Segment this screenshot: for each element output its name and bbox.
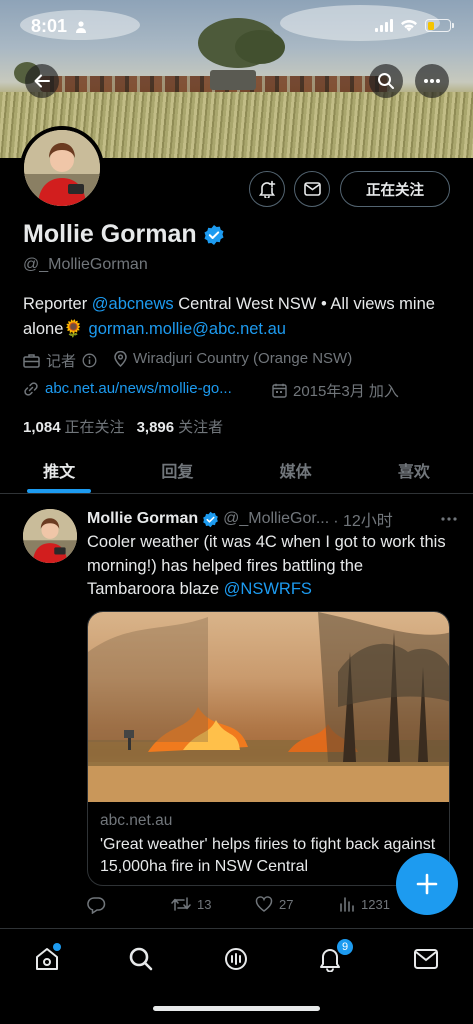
location-label: Wiradjuri Country (Orange NSW): [133, 350, 353, 367]
profile-avatar[interactable]: [20, 126, 104, 210]
more-dots-icon[interactable]: [441, 517, 457, 521]
tweet-mention-link[interactable]: @NSWRFS: [224, 580, 312, 598]
status-time: 8:01: [31, 16, 68, 36]
message-button[interactable]: [294, 171, 330, 207]
tab-media[interactable]: 媒体: [237, 446, 355, 493]
profile-location: Wiradjuri Country (Orange NSW): [114, 350, 352, 367]
verified-badge-icon: [203, 511, 218, 527]
heart-icon: [255, 896, 273, 912]
like-count: 27: [279, 896, 294, 912]
briefcase-icon: [23, 354, 40, 368]
location-pin-icon: [114, 350, 127, 367]
tweet-time: · 12小时: [333, 513, 393, 530]
nav-notifications[interactable]: 9: [314, 938, 354, 975]
tweet-header: Mollie Gorman @_MollieGor... · 12小时: [87, 507, 457, 531]
profile-website[interactable]: abc.net.au/news/mollie-go...: [23, 380, 232, 397]
tweet-author-name[interactable]: Mollie Gorman: [87, 510, 198, 528]
bio-mention-link[interactable]: @abcnews: [92, 295, 174, 313]
bio-email-link[interactable]: gorman.mollie@abc.net.au: [89, 320, 286, 338]
more-button[interactable]: [415, 64, 449, 98]
tweet-author-handle[interactable]: @_MollieGor...: [223, 510, 329, 528]
followers-stat[interactable]: 3,896 关注者: [137, 416, 224, 437]
nav-home[interactable]: [31, 943, 63, 975]
nav-spaces[interactable]: [220, 943, 252, 975]
verified-badge-icon: [204, 224, 224, 245]
profile-name-row: Mollie Gorman: [23, 220, 225, 249]
bell-plus-icon: [258, 180, 276, 198]
info-icon[interactable]: [82, 353, 97, 368]
calendar-icon: [272, 383, 287, 398]
tab-likes[interactable]: 喜欢: [355, 446, 473, 493]
followers-count: 3,896: [136, 419, 175, 436]
mail-icon: [303, 182, 321, 196]
bio-text: Reporter: [23, 295, 92, 313]
profile-tabs: 推文 回复 媒体 喜欢: [0, 446, 473, 494]
profile-handle: @_MollieGorman: [23, 256, 148, 273]
arrow-left-icon: [34, 74, 50, 88]
search-icon: [129, 947, 153, 971]
home-indicator: [153, 1006, 320, 1011]
search-icon: [378, 73, 394, 89]
notification-count-badge: 9: [336, 938, 354, 956]
following-button[interactable]: 正在关注: [340, 171, 450, 207]
website-link[interactable]: abc.net.au/news/mollie-go...: [45, 380, 232, 397]
reply-icon: [87, 897, 106, 914]
battery-icon: [425, 19, 454, 32]
tab-posts[interactable]: 推文: [0, 446, 118, 493]
retweet-icon: [171, 897, 191, 911]
reply-action[interactable]: [87, 896, 106, 914]
card-title: 'Great weather' helps firies to fight ba…: [100, 836, 436, 875]
nav-search[interactable]: [125, 943, 157, 975]
joined-label: 2015年3月 加入: [293, 383, 399, 400]
tweet-text: Cooler weather (it was 4C when I got to …: [87, 531, 447, 602]
person-icon: [76, 21, 86, 33]
follow-stats: 1,084 正在关注 3,896 关注者: [23, 416, 223, 437]
more-dots-icon: [424, 79, 440, 83]
profile-bio: Reporter @abcnews Central West NSW • All…: [23, 292, 453, 342]
retweet-count: 13: [197, 896, 212, 912]
tweet-avatar[interactable]: [23, 509, 77, 563]
card-image-bushfire: [88, 612, 449, 802]
compose-button[interactable]: [396, 853, 458, 915]
home-badge-dot: [53, 943, 61, 951]
tab-replies[interactable]: 回复: [118, 446, 236, 493]
status-bar: 8:01: [0, 0, 473, 54]
followers-label: 关注者: [178, 419, 224, 436]
link-icon: [24, 381, 38, 396]
following-label: 正在关注: [64, 419, 125, 436]
view-count: 1231: [361, 896, 390, 912]
search-button[interactable]: [369, 64, 403, 98]
nav-messages[interactable]: [410, 943, 442, 975]
wifi-icon: [401, 20, 417, 32]
spaces-microphone-icon: [225, 948, 247, 970]
tweet-link-card[interactable]: abc.net.au 'Great weather' helps firies …: [87, 611, 450, 886]
cellular-signal-icon: [375, 19, 393, 32]
card-domain: abc.net.au: [100, 812, 173, 829]
following-stat[interactable]: 1,084 正在关注: [23, 416, 125, 437]
like-action[interactable]: 27: [255, 896, 293, 912]
category-label: 记者: [46, 353, 77, 370]
profile-category: 记者: [23, 350, 97, 371]
sunflower-emoji: 🌻: [63, 320, 84, 338]
views-action[interactable]: 1231: [339, 896, 390, 912]
profile-joined: 2015年3月 加入: [272, 380, 399, 401]
retweet-action[interactable]: 13: [171, 896, 211, 912]
analytics-bars-icon: [340, 897, 354, 912]
notify-bell-button[interactable]: [249, 171, 285, 207]
following-count: 1,084: [23, 419, 61, 436]
back-button[interactable]: [25, 64, 59, 98]
plus-icon: [416, 873, 438, 895]
mail-icon: [414, 949, 438, 969]
profile-name: Mollie Gorman: [23, 220, 197, 248]
